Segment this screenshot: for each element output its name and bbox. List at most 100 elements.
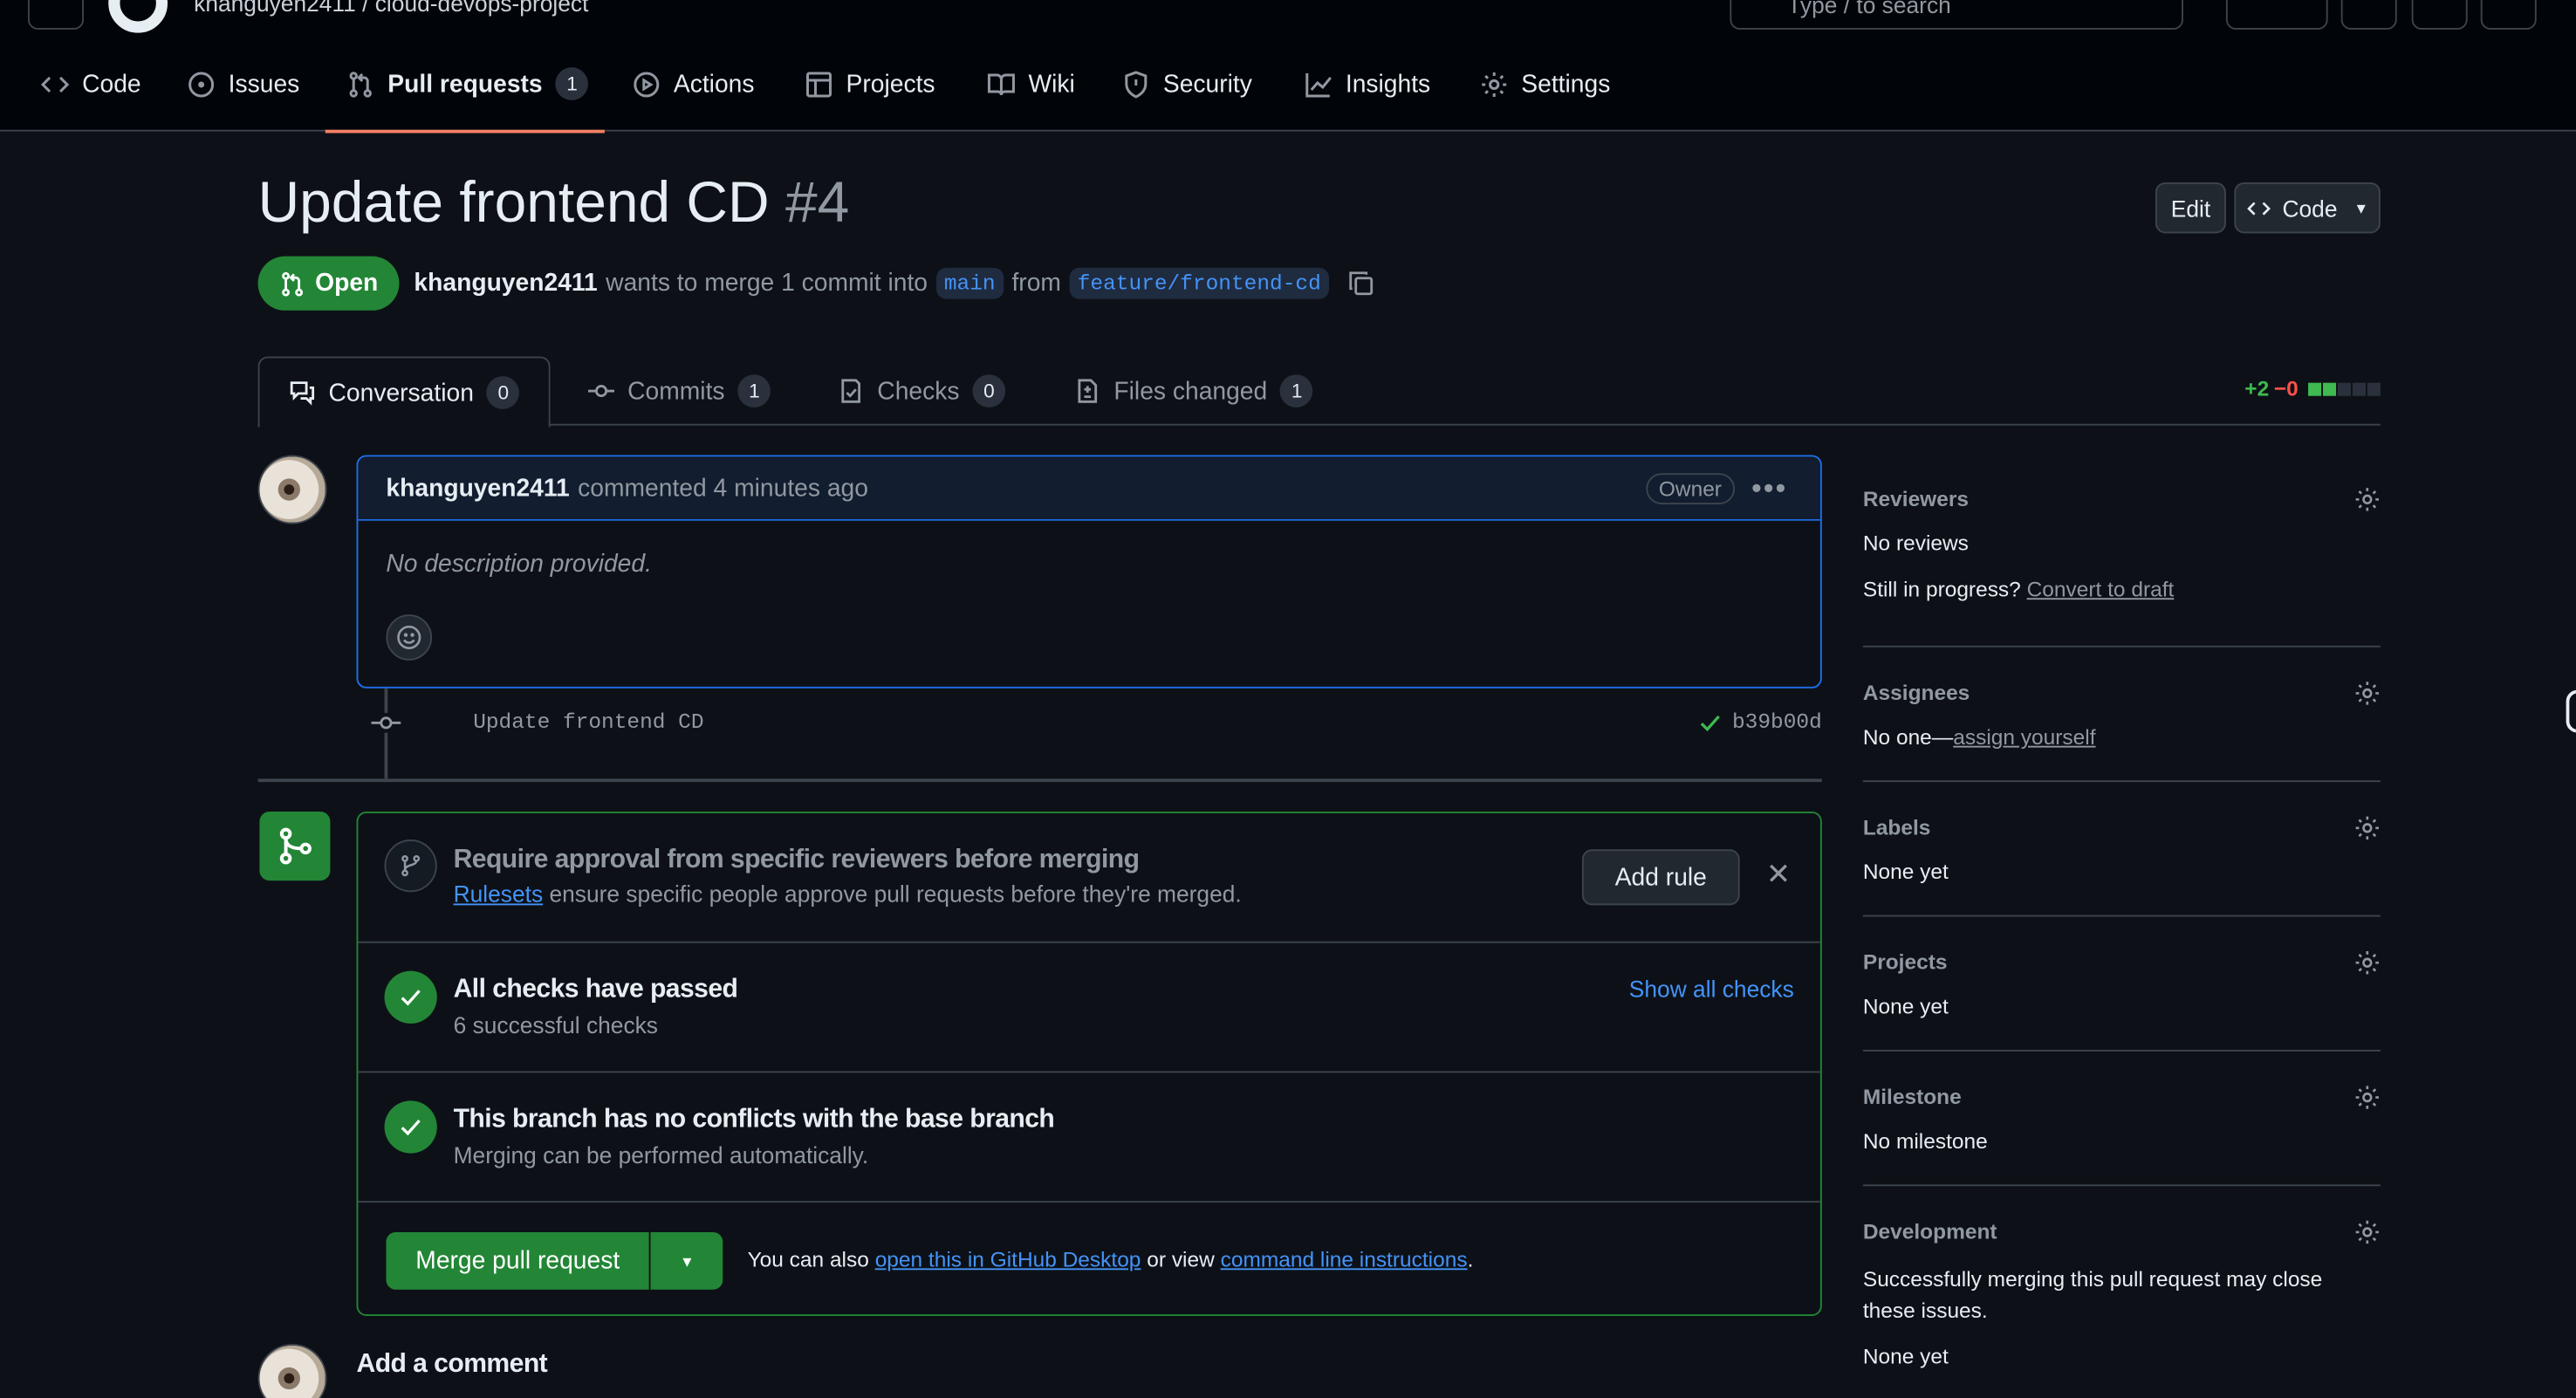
- tab-security[interactable]: Security: [1122, 36, 1252, 131]
- close-icon[interactable]: ✕: [1766, 858, 1791, 893]
- gear-icon[interactable]: [2354, 486, 2381, 512]
- graph-icon: [1305, 72, 1332, 97]
- tab-actions-label: Actions: [673, 70, 755, 99]
- tab-settings[interactable]: Settings: [1480, 36, 1610, 131]
- checks-counter: 0: [972, 374, 1006, 408]
- owner-badge: Owner: [1645, 473, 1736, 504]
- issue-icon: [188, 71, 215, 97]
- add-rule-button[interactable]: Add rule: [1581, 849, 1740, 906]
- caret-down-icon: ▼: [2353, 199, 2369, 216]
- convert-to-draft-link[interactable]: Convert to draft: [2027, 577, 2175, 601]
- assignees-heading[interactable]: Assignees: [1863, 680, 1970, 704]
- tab-conversation-label: Conversation: [328, 378, 474, 407]
- check-icon[interactable]: [1699, 710, 1722, 733]
- milestone-heading[interactable]: Milestone: [1863, 1085, 1962, 1109]
- gear-icon[interactable]: [2354, 949, 2381, 976]
- tab-insights-label: Insights: [1345, 70, 1431, 99]
- assignees-value: No one—assign yourself: [1863, 724, 2096, 749]
- add-reaction-button[interactable]: [386, 614, 433, 661]
- tab-pull-requests[interactable]: Pull requests 1: [325, 36, 606, 134]
- gear-icon[interactable]: [2354, 815, 2381, 841]
- sidebar-reviewers: Reviewers No reviews Still in progress? …: [1862, 460, 2381, 648]
- tab-files-changed[interactable]: Files changed 1: [1074, 357, 1313, 426]
- sidebar-milestone: Milestone No milestone: [1862, 1052, 2381, 1187]
- period-text: .: [1467, 1246, 1474, 1272]
- add-rule-label: Add rule: [1614, 863, 1707, 892]
- avatar[interactable]: [257, 1343, 327, 1398]
- milestone-value: No milestone: [1862, 1128, 1988, 1154]
- file-diff-icon: [1078, 379, 1098, 403]
- pull-requests-button[interactable]: [2411, 0, 2468, 30]
- or-view-text: or view: [1147, 1246, 1215, 1272]
- tab-code[interactable]: Code: [41, 36, 141, 131]
- merge-method-dropdown[interactable]: ▼: [650, 1231, 723, 1290]
- menu-button[interactable]: [28, 0, 85, 30]
- add-comment-heading: Add a comment: [356, 1350, 548, 1379]
- code-dropdown-button[interactable]: Code ▼: [2234, 182, 2381, 234]
- pr-description-comment: khanguyen2411 commented 4 minutes ago Ow…: [356, 455, 1822, 689]
- labels-heading[interactable]: Labels: [1863, 815, 1931, 839]
- development-description: Successfully merging this pull request m…: [1862, 1266, 2323, 1323]
- sidebar-projects: Projects None yet: [1862, 916, 2381, 1052]
- commit-icon: [587, 384, 615, 398]
- edit-button-label: Edit: [2170, 195, 2211, 222]
- base-branch[interactable]: main: [935, 267, 1004, 299]
- create-new-button[interactable]: [2225, 0, 2328, 30]
- commit-status: b39b00d: [1699, 709, 1822, 735]
- repo-nav: Code Issues Pull requests 1 Actions Proj…: [0, 36, 2576, 134]
- tab-wiki[interactable]: Wiki: [987, 36, 1075, 131]
- search-input[interactable]: Type / to search: [1730, 0, 2183, 30]
- comment-author[interactable]: khanguyen2411: [386, 474, 569, 502]
- pull-request-icon: [349, 71, 372, 97]
- command-line-link[interactable]: command line instructions: [1221, 1247, 1468, 1271]
- status-badge: Open: [257, 256, 400, 311]
- development-heading[interactable]: Development: [1863, 1219, 1997, 1244]
- assign-yourself-link[interactable]: assign yourself: [1953, 724, 2095, 749]
- merge-text: wants to merge 1 commit into: [606, 269, 928, 298]
- tab-issues[interactable]: Issues: [188, 36, 299, 131]
- merge-pull-request-button[interactable]: Merge pull request: [386, 1231, 651, 1290]
- tab-commits-label: Commits: [627, 377, 725, 406]
- edit-button[interactable]: Edit: [2155, 182, 2226, 234]
- gear-icon[interactable]: [2354, 680, 2381, 706]
- in-progress-text: Still in progress?: [1862, 576, 2021, 602]
- status-label: Open: [315, 269, 379, 298]
- show-all-checks-link[interactable]: Show all checks: [1629, 976, 1794, 1002]
- tab-insights[interactable]: Insights: [1305, 36, 1430, 131]
- projects-value: None yet: [1862, 993, 1949, 1019]
- gear-icon[interactable]: [2354, 1085, 2381, 1111]
- avatar[interactable]: [257, 455, 327, 524]
- repo-breadcrumb[interactable]: khanguyen2411 / cloud-devops-project: [194, 0, 588, 17]
- github-desktop-link[interactable]: open this in GitHub Desktop: [875, 1247, 1141, 1271]
- issues-button[interactable]: [2340, 0, 2397, 30]
- tab-checks[interactable]: Checks 0: [838, 357, 1006, 426]
- pr-author-link[interactable]: khanguyen2411: [414, 270, 597, 298]
- pull-request-icon: [281, 271, 303, 296]
- tab-actions[interactable]: Actions: [633, 36, 755, 131]
- projects-heading[interactable]: Projects: [1863, 949, 1948, 974]
- notifications-button[interactable]: [2480, 0, 2537, 30]
- kebab-horizontal-icon[interactable]: •••: [1751, 471, 1787, 506]
- shield-icon: [1125, 70, 1148, 98]
- commits-counter: 1: [737, 374, 771, 408]
- comment-timestamp[interactable]: commented 4 minutes ago: [578, 474, 868, 502]
- rulesets-link[interactable]: Rulesets: [454, 881, 544, 907]
- commit-sha[interactable]: b39b00d: [1732, 709, 1822, 734]
- files-changed-counter: 1: [1280, 374, 1313, 408]
- copy-icon[interactable]: [1347, 270, 1375, 298]
- github-logo-icon[interactable]: [108, 0, 168, 33]
- tab-conversation[interactable]: Conversation 0: [257, 356, 552, 428]
- tab-projects[interactable]: Projects: [805, 36, 935, 131]
- gear-icon: [1482, 72, 1507, 97]
- comment-header: khanguyen2411 commented 4 minutes ago Ow…: [358, 456, 1820, 521]
- gear-icon[interactable]: [2354, 1219, 2381, 1245]
- pr-number: #4: [784, 170, 850, 236]
- diffstat: +2 −0: [2244, 376, 2381, 401]
- head-branch[interactable]: feature/frontend-cd: [1069, 267, 1330, 299]
- reviewers-heading[interactable]: Reviewers: [1863, 486, 1969, 511]
- tab-commits[interactable]: Commits 1: [587, 357, 771, 426]
- additions-count: +2: [2244, 376, 2270, 401]
- labels-value: None yet: [1862, 859, 1949, 884]
- tab-checks-label: Checks: [877, 377, 960, 406]
- commit-message[interactable]: Update frontend CD: [473, 709, 703, 734]
